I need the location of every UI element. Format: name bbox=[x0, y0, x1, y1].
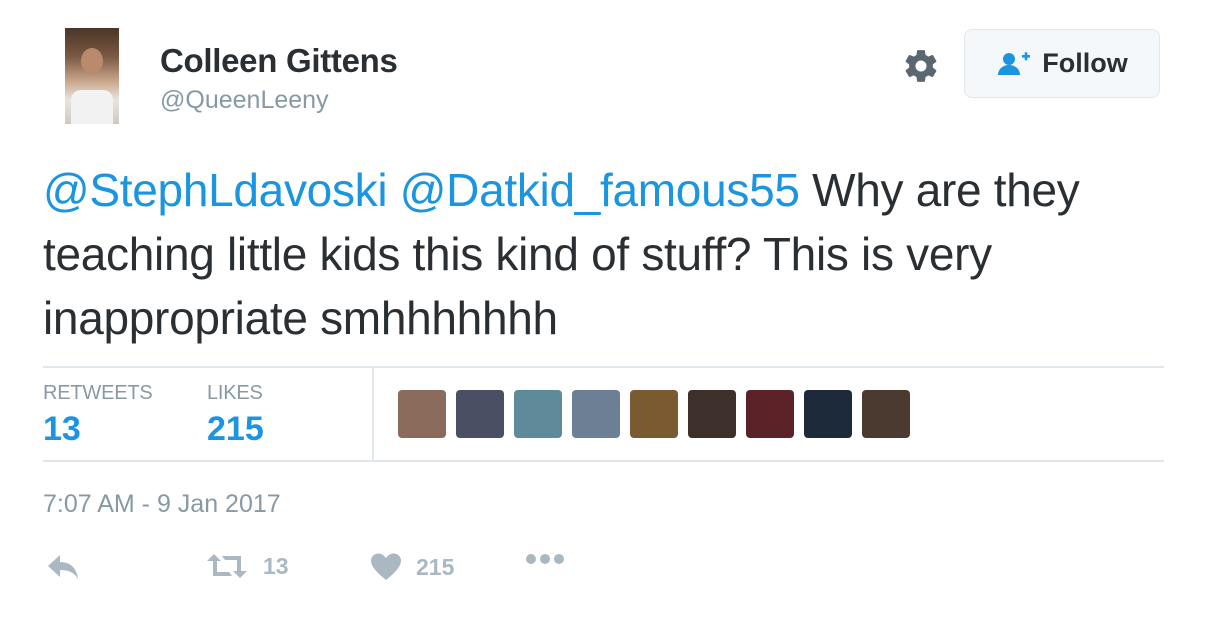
reply-button[interactable] bbox=[46, 552, 80, 582]
liker-avatar-9[interactable] bbox=[862, 390, 910, 438]
avatar-shirt bbox=[71, 90, 113, 124]
mention-link[interactable]: @Datkid_famous55 bbox=[400, 164, 800, 216]
retweet-icon bbox=[207, 554, 247, 578]
divider bbox=[43, 366, 1164, 368]
likes-label[interactable]: LIKES bbox=[207, 382, 263, 405]
mention-link[interactable]: @StephLdavoski bbox=[43, 164, 388, 216]
liker-avatar-4[interactable] bbox=[572, 390, 620, 438]
user-avatar[interactable] bbox=[65, 28, 119, 124]
like-count: 215 bbox=[416, 553, 455, 580]
avatar-face bbox=[81, 48, 103, 74]
likes-count[interactable]: 215 bbox=[207, 410, 264, 449]
stats-separator bbox=[372, 368, 374, 460]
liker-avatar-3[interactable] bbox=[514, 390, 562, 438]
tweet-timestamp[interactable]: 7:07 AM - 9 Jan 2017 bbox=[43, 490, 281, 519]
reply-icon bbox=[48, 555, 78, 579]
add-user-icon bbox=[998, 51, 1031, 75]
divider bbox=[43, 460, 1164, 462]
liker-avatar-8[interactable] bbox=[804, 390, 852, 438]
retweets-label[interactable]: RETWEETS bbox=[43, 382, 153, 405]
retweets-count[interactable]: 13 bbox=[43, 410, 81, 449]
retweet-button[interactable]: 13 bbox=[205, 552, 289, 580]
follow-button[interactable]: Follow bbox=[964, 29, 1160, 98]
liker-avatar-2[interactable] bbox=[456, 390, 504, 438]
follow-label: Follow bbox=[1042, 48, 1128, 78]
likers-avatar-list bbox=[398, 390, 910, 438]
liker-avatar-1[interactable] bbox=[398, 390, 446, 438]
tweet-text: @StephLdavoski @Datkid_famous55 Why are … bbox=[43, 158, 1173, 350]
user-handle[interactable]: @QueenLeeny bbox=[160, 86, 329, 115]
user-display-name[interactable]: Colleen Gittens bbox=[160, 42, 398, 80]
retweet-count: 13 bbox=[263, 552, 289, 579]
liker-avatar-5[interactable] bbox=[630, 390, 678, 438]
gear-icon[interactable] bbox=[902, 47, 940, 85]
liker-avatar-6[interactable] bbox=[688, 390, 736, 438]
more-dots-icon bbox=[526, 554, 564, 564]
heart-icon bbox=[371, 553, 401, 580]
more-options-button[interactable] bbox=[524, 552, 566, 566]
like-button[interactable]: 215 bbox=[370, 552, 454, 582]
liker-avatar-7[interactable] bbox=[746, 390, 794, 438]
